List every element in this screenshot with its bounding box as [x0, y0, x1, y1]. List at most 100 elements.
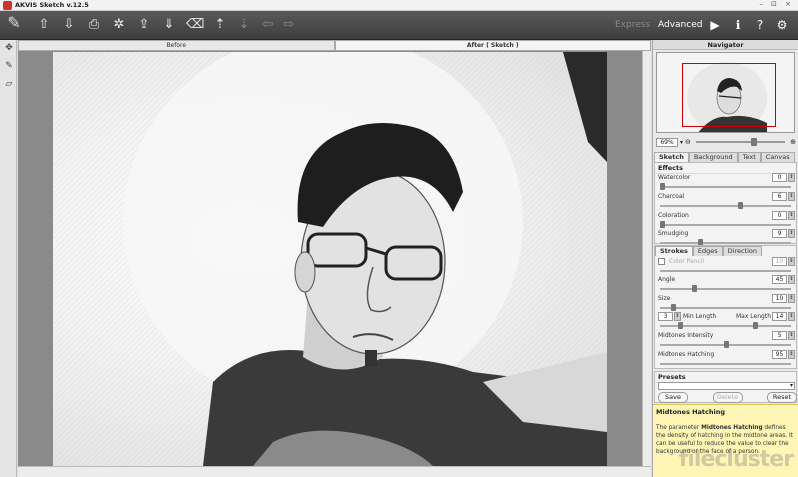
size-row: Size 10 ⇕: [658, 294, 795, 313]
tab-canvas[interactable]: Canvas: [760, 152, 795, 162]
batch-process-icon[interactable]: ✲: [110, 17, 128, 33]
min-length-spinner[interactable]: ⇕: [674, 312, 681, 321]
share-icon[interactable]: ⇡: [211, 17, 229, 33]
zoom-in-icon[interactable]: ⊕: [790, 138, 796, 146]
min-length-label: Min Length: [683, 313, 717, 320]
tab-before[interactable]: Before: [18, 40, 335, 51]
vertical-scrollbar[interactable]: [642, 51, 651, 466]
help-icon[interactable]: ?: [752, 17, 768, 33]
navigator-viewport-frame[interactable]: [682, 63, 776, 127]
length-row: 3 ⇕ Min Length Max Length 14 ⇕: [658, 312, 795, 331]
eraser-tool-icon[interactable]: ⌫: [186, 17, 204, 33]
watercolor-slider[interactable]: [660, 186, 791, 188]
max-length-thumb[interactable]: [753, 322, 758, 329]
tab-text[interactable]: Text: [737, 152, 761, 162]
coloration-slider-thumb[interactable]: [660, 221, 665, 228]
run-icon[interactable]: ▶: [707, 17, 723, 33]
publish-icon[interactable]: ⇣: [235, 17, 253, 33]
save-image-icon[interactable]: ⇩: [60, 17, 78, 33]
max-length-label: Max Length: [736, 313, 772, 320]
hand-tool-icon[interactable]: ✥: [2, 43, 16, 57]
watercolor-slider-thumb[interactable]: [660, 183, 665, 190]
smudging-label: Smudging: [658, 230, 689, 237]
color-pencil-slider[interactable]: [660, 270, 791, 272]
midtones-intensity-thumb[interactable]: [724, 341, 729, 348]
window-controls[interactable]: – ⊡ ×: [759, 0, 794, 8]
midtones-hatching-value[interactable]: 95: [772, 350, 787, 359]
coloration-label: Coloration: [658, 212, 689, 219]
size-label: Size: [658, 295, 671, 302]
watercolor-spinner[interactable]: ⇕: [788, 173, 795, 182]
tab-edges[interactable]: Edges: [692, 246, 723, 256]
angle-row: Angle 45 ⇕: [658, 275, 795, 294]
angle-slider[interactable]: [660, 288, 791, 290]
color-pencil-spinner[interactable]: ⇕: [788, 257, 795, 266]
smudging-value[interactable]: 9: [772, 229, 787, 238]
redo-icon[interactable]: ⇨: [280, 17, 298, 33]
eraser-tool-icon[interactable]: ▱: [2, 79, 16, 93]
size-spinner[interactable]: ⇕: [788, 294, 795, 303]
zoom-dropdown-icon[interactable]: ▾: [680, 139, 683, 146]
help-text-bold: Midtones Hatching: [701, 425, 763, 431]
watercolor-label: Watercolor: [658, 174, 691, 181]
midtones-hatching-spinner[interactable]: ⇕: [788, 350, 795, 359]
advanced-mode-toggle[interactable]: Advanced: [658, 20, 702, 30]
min-length-thumb[interactable]: [678, 322, 683, 329]
midtones-hatching-slider[interactable]: [660, 363, 791, 365]
angle-slider-thumb[interactable]: [692, 285, 697, 292]
max-length-spinner[interactable]: ⇕: [788, 312, 795, 321]
pencil-tool-icon[interactable]: ✎: [2, 61, 16, 75]
midtones-hatching-label: Midtones Hatching: [658, 351, 715, 358]
export-settings-icon[interactable]: ⇓: [160, 17, 178, 33]
smudging-spinner[interactable]: ⇕: [788, 229, 795, 238]
reset-preset-button[interactable]: Reset: [767, 392, 797, 403]
presets-dropdown[interactable]: ▾: [658, 382, 795, 390]
midtones-intensity-value[interactable]: 5: [772, 331, 787, 340]
midtones-intensity-spinner[interactable]: ⇕: [788, 331, 795, 340]
save-preset-button[interactable]: Save: [658, 392, 688, 403]
charcoal-value[interactable]: 6: [772, 192, 787, 201]
zoom-level[interactable]: 69%: [656, 137, 678, 147]
charcoal-slider-thumb[interactable]: [738, 202, 743, 209]
watercolor-value[interactable]: 0: [772, 173, 787, 182]
size-value[interactable]: 10: [772, 294, 787, 303]
coloration-slider[interactable]: [660, 224, 791, 226]
watercolor-row: Watercolor 0 ⇕: [658, 173, 795, 192]
min-length-value[interactable]: 3: [658, 312, 673, 321]
strokes-tabs: Strokes Edges Direction: [655, 246, 798, 256]
charcoal-slider[interactable]: [660, 205, 791, 207]
image-canvas[interactable]: [18, 51, 642, 466]
coloration-spinner[interactable]: ⇕: [788, 211, 795, 220]
brush-logo-icon: ✎: [7, 13, 21, 32]
tab-sketch[interactable]: Sketch: [654, 152, 689, 162]
tab-strokes[interactable]: Strokes: [655, 246, 693, 256]
help-panel: Midtones Hatching The parameter Midtones…: [653, 404, 798, 477]
delete-preset-button[interactable]: Delete: [712, 392, 743, 403]
size-slider[interactable]: [660, 307, 791, 309]
zoom-slider-knob[interactable]: [751, 138, 758, 146]
tab-direction[interactable]: Direction: [722, 246, 763, 256]
smudging-slider[interactable]: [660, 242, 791, 244]
zoom-out-icon[interactable]: ⊖: [685, 138, 691, 146]
info-icon[interactable]: ℹ: [730, 17, 746, 33]
express-mode-toggle[interactable]: Express: [615, 20, 650, 30]
tab-background[interactable]: Background: [688, 152, 738, 162]
print-icon[interactable]: ⎙: [85, 17, 103, 33]
color-pencil-value[interactable]: 10: [772, 257, 787, 266]
angle-value[interactable]: 45: [772, 275, 787, 284]
charcoal-spinner[interactable]: ⇕: [788, 192, 795, 201]
color-pencil-checkbox[interactable]: [658, 258, 665, 265]
angle-spinner[interactable]: ⇕: [788, 275, 795, 284]
coloration-value[interactable]: 0: [772, 211, 787, 220]
gear-icon[interactable]: ⚙: [774, 17, 790, 33]
open-image-icon[interactable]: ⇧: [35, 17, 53, 33]
zoom-slider[interactable]: [695, 138, 786, 146]
size-slider-thumb[interactable]: [671, 304, 676, 311]
midtones-intensity-row: Midtones Intensity 5 ⇕: [658, 331, 795, 350]
horizontal-scrollbar[interactable]: [18, 466, 651, 477]
tab-after[interactable]: After ( Sketch ): [334, 40, 651, 51]
navigator-thumbnail[interactable]: [656, 52, 795, 133]
undo-icon[interactable]: ⇦: [259, 17, 277, 33]
max-length-value[interactable]: 14: [772, 312, 787, 321]
import-settings-icon[interactable]: ⇪: [135, 17, 153, 33]
